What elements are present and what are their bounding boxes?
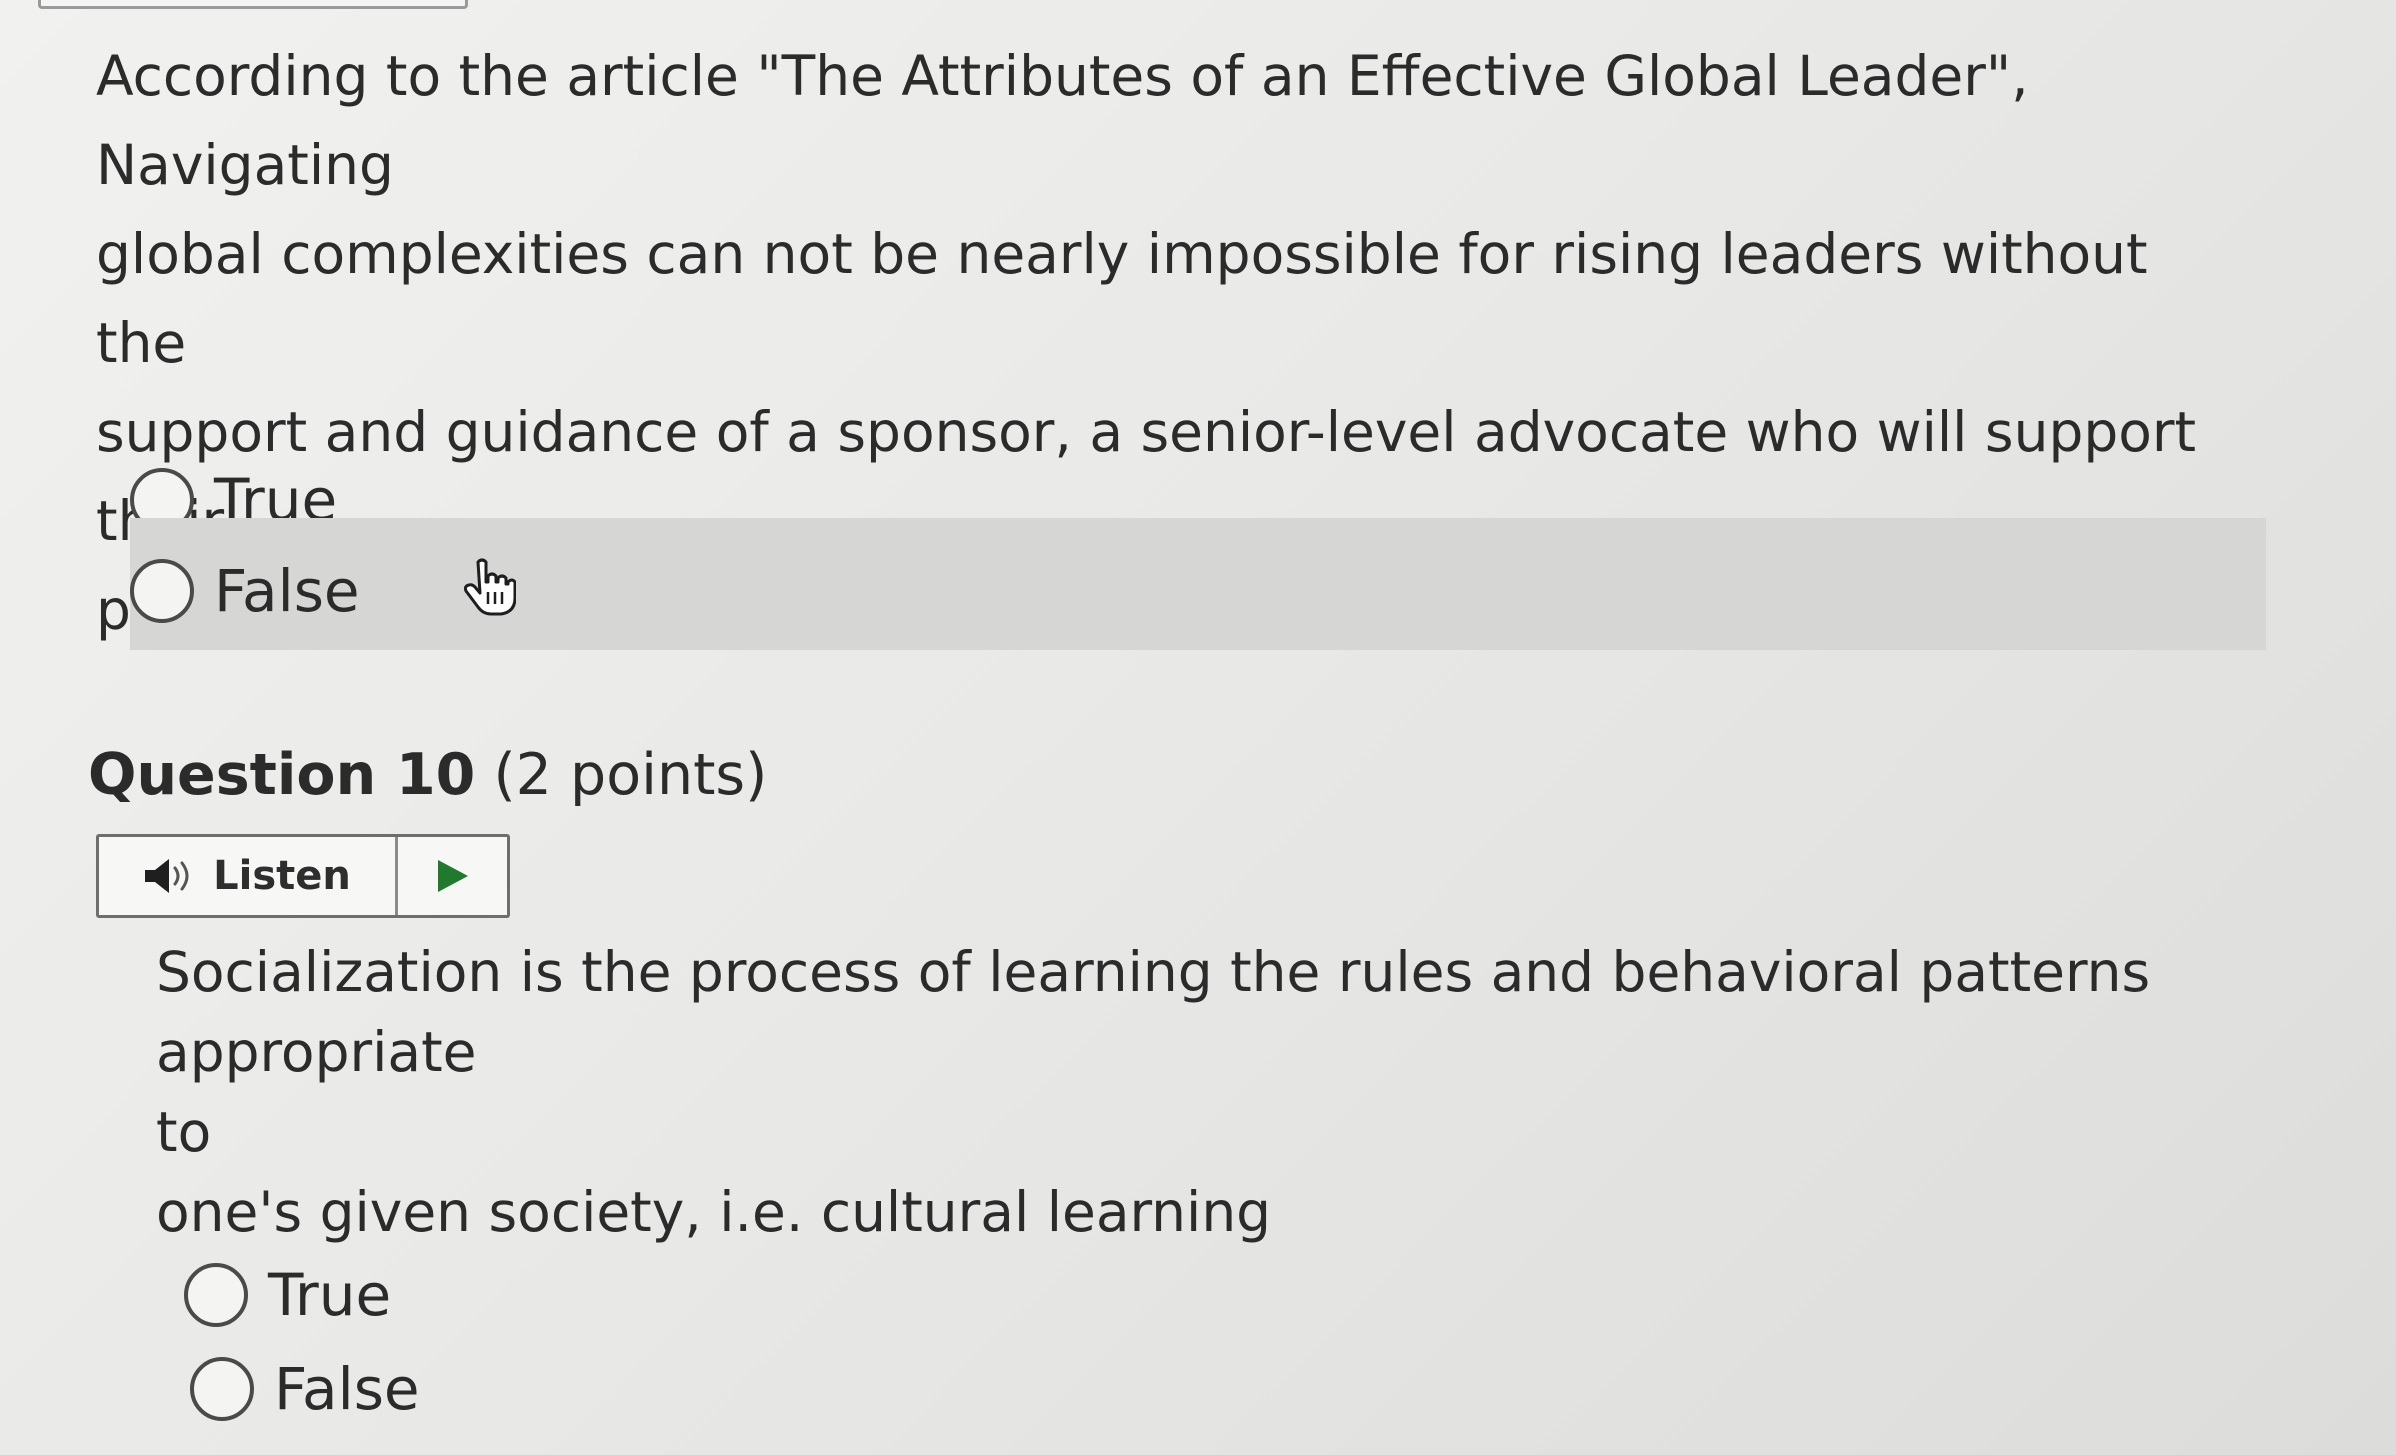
question-10-heading: Question 10 (2 points) <box>88 742 767 808</box>
listen-widget: Listen <box>96 834 510 918</box>
radio-button[interactable] <box>130 559 194 623</box>
question-10-option-true[interactable]: True <box>184 1254 1084 1336</box>
question-text-line: to <box>156 1100 212 1164</box>
play-button[interactable] <box>398 837 507 915</box>
question-9-option-false[interactable]: False <box>130 518 2266 650</box>
play-icon <box>437 860 468 892</box>
question-points: (2 points) <box>493 742 768 808</box>
speaker-icon <box>145 859 189 893</box>
option-label: False <box>274 1355 420 1423</box>
listen-label: Listen <box>213 853 351 899</box>
question-number: Question 10 <box>88 742 476 808</box>
hand-pointer-icon <box>464 558 516 616</box>
listen-button[interactable]: Listen <box>99 837 398 915</box>
option-label: False <box>214 557 360 625</box>
question-text-line: Socialization is the process of learning… <box>156 940 2151 1084</box>
radio-button[interactable] <box>184 1263 248 1327</box>
question-10-option-false[interactable]: False <box>190 1348 1090 1430</box>
question-text-line: one's given society, i.e. cultural learn… <box>156 1180 1272 1244</box>
question-10-text: Socialization is the process of learning… <box>156 932 2316 1252</box>
option-label: True <box>268 1261 392 1329</box>
top-tab-edge <box>38 0 468 9</box>
radio-button[interactable] <box>190 1357 254 1421</box>
